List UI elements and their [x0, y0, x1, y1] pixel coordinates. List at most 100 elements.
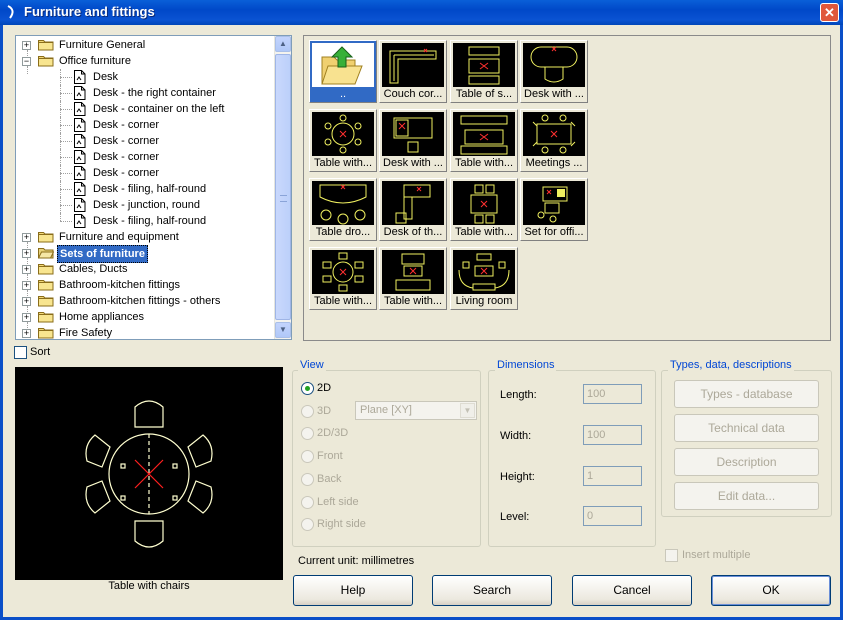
tree-item[interactable]: Desk [16, 69, 275, 85]
tree-item[interactable]: + Bathroom-kitchen fittings - others [16, 293, 275, 314]
tree-item-label: Desk - filing, half-round [93, 215, 207, 227]
level-field[interactable]: 0 [583, 506, 642, 526]
folder-icon [38, 280, 54, 291]
folder-icon [38, 56, 54, 67]
block-file-icon [74, 86, 86, 100]
block-tile[interactable]: Living room [450, 247, 518, 310]
block-tile[interactable]: Desk with ... [520, 40, 588, 103]
folder-open-icon [38, 248, 54, 259]
insert-multiple-checkbox[interactable] [665, 549, 678, 562]
tree-item[interactable]: − Office furniture [16, 53, 275, 74]
tree-item-label: Desk - the right container [93, 87, 216, 99]
block-tile[interactable]: Table with... [309, 247, 377, 310]
dimensions-group-title: Dimensions [495, 359, 557, 371]
radio-selected-dot [305, 386, 310, 391]
chevron-down-icon[interactable]: ▼ [460, 403, 475, 418]
view-radio-label: 2D [317, 382, 332, 394]
desk-chair-icon [382, 112, 444, 156]
tree-item[interactable]: + Furniture General [16, 37, 275, 58]
block-tile[interactable]: Desk of th... [379, 178, 447, 241]
collapse-icon[interactable]: − [22, 57, 31, 66]
height-field[interactable]: 1 [583, 466, 642, 486]
description-button[interactable]: Description [674, 448, 819, 476]
tree-item[interactable]: Desk - filing, half-round [16, 181, 275, 197]
view-radio-label: 2D/3D [317, 427, 349, 439]
block-tile[interactable]: Couch cor... [379, 40, 447, 103]
title-bar: Furniture and fittings ✕ [0, 0, 843, 25]
types-database-button[interactable]: Types - database [674, 380, 819, 408]
expand-icon[interactable]: + [22, 41, 31, 50]
tree-item[interactable]: Desk - junction, round [16, 197, 275, 213]
expand-icon[interactable]: + [22, 329, 31, 338]
view-radio-right-side[interactable] [301, 518, 314, 531]
view-radio-back[interactable] [301, 473, 314, 486]
tree-item[interactable]: + Cables, Ducts [16, 261, 275, 282]
plane-select[interactable]: Plane [XY] ▼ [355, 401, 477, 420]
block-file-icon [74, 118, 86, 132]
expand-icon[interactable]: + [22, 249, 31, 258]
tree-item[interactable]: + Fire Safety [16, 325, 275, 339]
scroll-thumb[interactable] [275, 54, 291, 320]
edit-data-button[interactable]: Edit data... [674, 482, 819, 510]
tile-caption: Table with... [313, 295, 373, 307]
block-tile[interactable]: Desk with ... [379, 109, 447, 172]
block-tile[interactable]: Meetings ... [520, 109, 588, 172]
tile-caption: Table with... [313, 157, 373, 169]
tree-item[interactable]: Desk - corner [16, 149, 275, 165]
close-button[interactable]: ✕ [820, 3, 839, 22]
tile-caption: Desk of th... [383, 226, 443, 238]
help-button[interactable]: Help [293, 575, 413, 606]
expand-icon[interactable]: + [22, 281, 31, 290]
office-set-icon [523, 181, 585, 225]
tile-caption: Table of s... [455, 88, 513, 100]
view-radio-2d[interactable] [301, 382, 314, 395]
block-tile[interactable]: Table with... [450, 109, 518, 172]
cancel-button[interactable]: Cancel [572, 575, 692, 606]
sort-checkbox[interactable] [14, 346, 27, 359]
block-file-icon [74, 214, 86, 228]
expand-icon[interactable]: + [22, 313, 31, 322]
tree-scrollbar[interactable]: ▲ ▼ [274, 36, 291, 339]
expand-icon[interactable]: + [22, 265, 31, 274]
block-tile[interactable]: Set for offi... [520, 178, 588, 241]
tree-item[interactable]: + Furniture and equipment [16, 229, 275, 250]
view-group-title: View [298, 359, 326, 371]
tree-connector [60, 173, 72, 174]
table-with-chairs-drawing [85, 400, 213, 548]
tile-caption: Table with... [454, 226, 514, 238]
tree-item[interactable]: Desk - filing, half-round [16, 213, 275, 229]
category-tree[interactable]: + Furniture General − Office furniture Desk D… [15, 35, 292, 340]
tree-item-label: Office furniture [59, 55, 131, 67]
view-radio-3d[interactable] [301, 405, 314, 418]
scroll-up-arrow-icon[interactable]: ▲ [275, 36, 291, 52]
tree-item[interactable]: Desk - corner [16, 165, 275, 181]
tree-item[interactable]: Desk - the right container [16, 85, 275, 101]
tile-caption: Meetings ... [525, 157, 583, 169]
view-radio-2d-3d[interactable] [301, 427, 314, 440]
block-tile[interactable]: Table of s... [450, 40, 518, 103]
tree-item-label: Fire Safety [59, 327, 113, 339]
tree-item[interactable]: Desk - container on the left [16, 101, 275, 117]
tile-caption: Table with... [383, 295, 443, 307]
block-tile[interactable]: .. [309, 40, 377, 103]
block-tile[interactable]: Table with... [450, 178, 518, 241]
view-radio-front[interactable] [301, 450, 314, 463]
block-tile[interactable]: Table with... [309, 109, 377, 172]
expand-icon[interactable]: + [22, 297, 31, 306]
search-button[interactable]: Search [432, 575, 552, 606]
technical-data-button[interactable]: Technical data [674, 414, 819, 442]
tree-item[interactable]: Desk - corner [16, 133, 275, 149]
block-tile[interactable]: Table with... [379, 247, 447, 310]
block-tile[interactable]: Table dro... [309, 178, 377, 241]
length-field[interactable]: 100 [583, 384, 642, 404]
scroll-down-arrow-icon[interactable]: ▼ [275, 322, 291, 338]
tree-list: + Furniture General − Office furniture Desk D… [16, 36, 275, 339]
tree-item[interactable]: + Home appliances [16, 309, 275, 330]
tree-item[interactable]: + Sets of furniture [16, 245, 275, 266]
tree-item[interactable]: + Bathroom-kitchen fittings [16, 277, 275, 298]
view-radio-left-side[interactable] [301, 496, 314, 509]
tree-item[interactable]: Desk - corner [16, 117, 275, 133]
width-field[interactable]: 100 [583, 425, 642, 445]
ok-button[interactable]: OK [711, 575, 831, 606]
expand-icon[interactable]: + [22, 233, 31, 242]
